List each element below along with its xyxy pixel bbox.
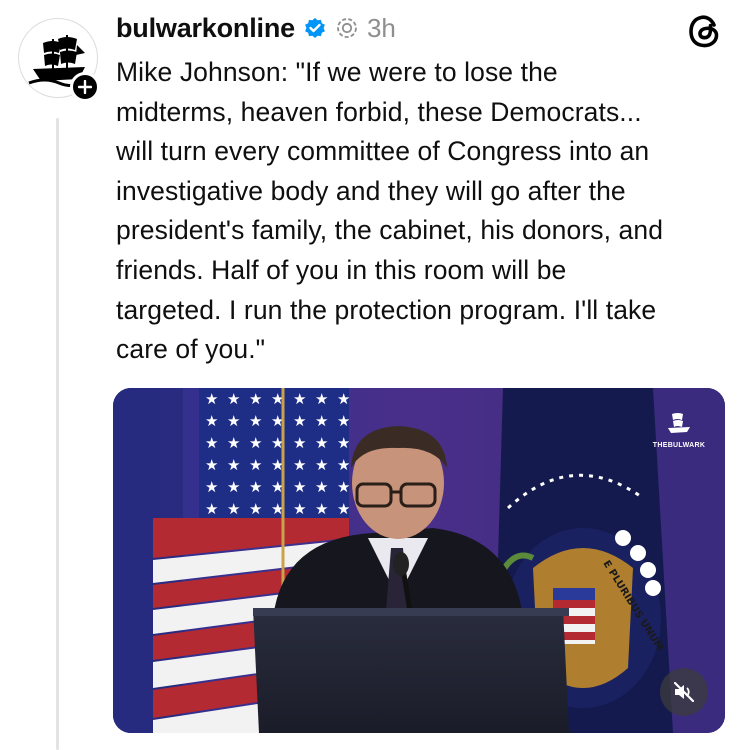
ai-label-icon[interactable]	[335, 16, 359, 40]
username[interactable]: bulwarkonline	[116, 13, 295, 44]
mute-button[interactable]	[660, 668, 708, 716]
video-watermark: THEBULWARK	[651, 410, 707, 449]
ship-logo-icon	[668, 413, 690, 433]
watermark-label: THEBULWARK	[652, 442, 706, 449]
thread-line	[56, 118, 59, 750]
plus-icon	[78, 80, 92, 94]
post-timestamp: 3h	[366, 12, 396, 43]
verified-badge-icon	[305, 18, 325, 38]
follow-button[interactable]	[70, 72, 100, 102]
post-text: Mike Johnson: "If we were to lose the mi…	[116, 57, 664, 365]
speaker-muted-icon	[673, 681, 695, 703]
video-frame: ★ E PLUR	[113, 388, 725, 733]
post-header: bulwarkonline 3h	[116, 8, 396, 48]
threads-logo-icon[interactable]	[688, 12, 722, 55]
video-player[interactable]: ★ E PLUR	[113, 388, 725, 733]
